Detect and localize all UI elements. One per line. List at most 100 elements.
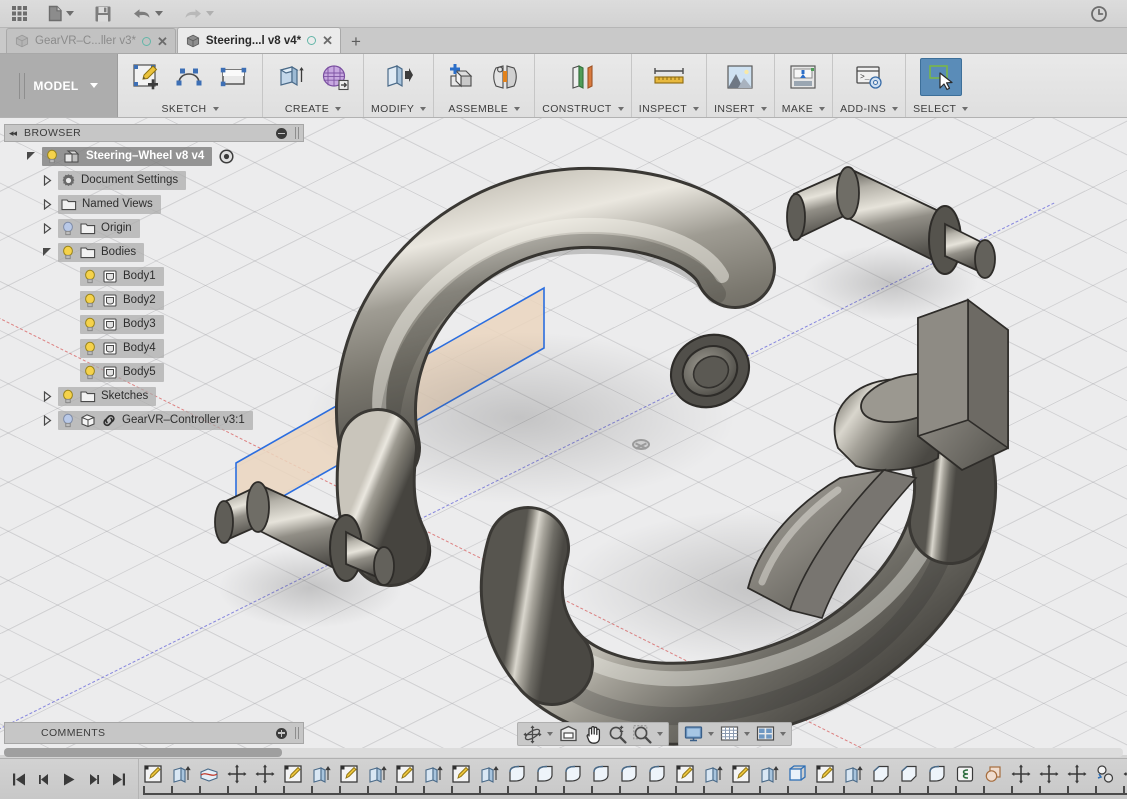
- drag-grip-icon[interactable]: [295, 127, 299, 139]
- timeline-feature-extrude[interactable]: [419, 761, 447, 787]
- timeline-feature-sketch[interactable]: [139, 761, 167, 787]
- timeline-feature-extrude[interactable]: [307, 761, 335, 787]
- collapse-left-icon[interactable]: ◂◂: [9, 128, 17, 139]
- timeline-jump-end-button[interactable]: [108, 767, 130, 791]
- timeline-feature-sketch[interactable]: [335, 761, 363, 787]
- tree-item-body4[interactable]: Body4: [4, 336, 304, 360]
- timeline-feature-chamfer[interactable]: [895, 761, 923, 787]
- timeline-feature-thread[interactable]: [951, 761, 979, 787]
- create-sketch-button[interactable]: [125, 58, 167, 96]
- add-comment-icon[interactable]: [276, 727, 287, 739]
- lightbulb-on-icon[interactable]: [45, 149, 59, 164]
- job-status-button[interactable]: [1085, 1, 1113, 27]
- timeline-feature-fillet[interactable]: [615, 761, 643, 787]
- drag-grip-icon[interactable]: [295, 727, 299, 739]
- workspace-selector[interactable]: MODEL: [0, 54, 118, 117]
- 3d-print-button[interactable]: [782, 58, 824, 96]
- expander-expanded-icon[interactable]: [24, 151, 38, 161]
- expander-collapsed-icon[interactable]: [40, 390, 54, 402]
- display-settings-button[interactable]: [681, 724, 717, 744]
- select-button[interactable]: [919, 58, 962, 96]
- minimize-icon[interactable]: [276, 127, 287, 139]
- timeline-jump-start-button[interactable]: [8, 767, 30, 791]
- expander-collapsed-icon[interactable]: [40, 414, 54, 426]
- timeline-feature-fillet[interactable]: [531, 761, 559, 787]
- scrollbar-thumb[interactable]: [4, 748, 282, 757]
- tree-item-sketches[interactable]: Sketches: [4, 384, 304, 408]
- timeline-feature-fillet[interactable]: [587, 761, 615, 787]
- tree-item-gearvr-controller[interactable]: GearVR–Controller v3:1: [4, 408, 304, 432]
- rectangle-button[interactable]: [213, 58, 255, 96]
- lightbulb-on-icon[interactable]: [83, 293, 97, 308]
- timeline-feature-fillet[interactable]: [559, 761, 587, 787]
- tree-item-bodies[interactable]: Bodies: [4, 240, 304, 264]
- timeline-feature-extrude[interactable]: [755, 761, 783, 787]
- offset-plane-button[interactable]: [562, 58, 604, 96]
- timeline-track[interactable]: [138, 758, 1127, 799]
- save-button[interactable]: [89, 1, 117, 27]
- orbit-button[interactable]: [520, 724, 556, 744]
- document-tab-steering-wheel[interactable]: Steering...l v8 v4* ✕: [176, 27, 342, 53]
- expander-collapsed-icon[interactable]: [40, 198, 54, 210]
- ribbon-group-label[interactable]: MAKE: [782, 103, 826, 117]
- lightbulb-on-icon[interactable]: [61, 245, 75, 260]
- timeline-step-fwd-button[interactable]: [83, 767, 105, 791]
- ribbon-group-label[interactable]: INSERT: [714, 103, 767, 117]
- tree-item-origin[interactable]: Origin: [4, 216, 304, 240]
- timeline-feature-extrude[interactable]: [167, 761, 195, 787]
- undo-button[interactable]: [127, 1, 168, 27]
- redo-button[interactable]: [178, 1, 219, 27]
- timeline-step-back-button[interactable]: [33, 767, 55, 791]
- lightbulb-off-icon[interactable]: [61, 413, 75, 428]
- timeline-feature-sketch[interactable]: [447, 761, 475, 787]
- file-menu-button[interactable]: [43, 1, 79, 27]
- close-icon[interactable]: ✕: [322, 34, 333, 47]
- scripts-addins-button[interactable]: >_: [848, 58, 890, 96]
- close-icon[interactable]: ✕: [157, 35, 168, 48]
- timeline-feature-sketch[interactable]: [671, 761, 699, 787]
- timeline-feature-fillet[interactable]: [503, 761, 531, 787]
- expander-collapsed-icon[interactable]: [40, 174, 54, 186]
- timeline-feature-extrude[interactable]: [363, 761, 391, 787]
- ribbon-group-label[interactable]: INSPECT: [639, 103, 700, 117]
- timeline-feature-extrude[interactable]: [475, 761, 503, 787]
- timeline-feature-move[interactable]: [1007, 761, 1035, 787]
- timeline-feature-shell[interactable]: [783, 761, 811, 787]
- timeline-feature-move[interactable]: [223, 761, 251, 787]
- ribbon-group-label[interactable]: MODIFY: [371, 103, 427, 117]
- lightbulb-on-icon[interactable]: [83, 341, 97, 356]
- timeline-feature-extrude[interactable]: [699, 761, 727, 787]
- tree-item-document-settings[interactable]: Document Settings: [4, 168, 304, 192]
- tree-item-steering-wheel[interactable]: Steering–Wheel v8 v4: [4, 144, 304, 168]
- document-tab-gearvr[interactable]: GearVR–C...ller v3* ✕: [6, 28, 176, 53]
- lightbulb-on-icon[interactable]: [61, 389, 75, 404]
- ribbon-group-label[interactable]: CREATE: [285, 103, 342, 117]
- timeline-feature-joint[interactable]: [1091, 761, 1119, 787]
- insert-image-button[interactable]: [719, 58, 761, 96]
- ribbon-group-label[interactable]: CONSTRUCT: [542, 103, 624, 117]
- ribbon-group-label[interactable]: SELECT: [913, 103, 969, 117]
- tree-item-body1[interactable]: Body1: [4, 264, 304, 288]
- joint-button[interactable]: [485, 58, 527, 96]
- timeline-feature-extrude[interactable]: [839, 761, 867, 787]
- timeline-scrollbar[interactable]: [4, 748, 1123, 757]
- target-icon[interactable]: [219, 148, 234, 164]
- grid-snaps-button[interactable]: [717, 724, 753, 744]
- tree-item-named-views[interactable]: Named Views: [4, 192, 304, 216]
- fit-button[interactable]: [630, 724, 666, 744]
- create-form-button[interactable]: [314, 58, 356, 96]
- lightbulb-off-icon[interactable]: [61, 221, 75, 236]
- comments-panel[interactable]: COMMENTS: [4, 722, 304, 744]
- zoom-button[interactable]: [605, 724, 630, 744]
- pan-button[interactable]: [581, 724, 605, 744]
- timeline-feature-move[interactable]: [1063, 761, 1091, 787]
- look-at-button[interactable]: [556, 724, 581, 744]
- ribbon-group-label[interactable]: ADD-INS: [840, 103, 899, 117]
- measure-button[interactable]: [648, 58, 690, 96]
- ribbon-group-label[interactable]: SKETCH: [162, 103, 219, 117]
- viewports-button[interactable]: [753, 724, 789, 744]
- new-component-button[interactable]: [441, 58, 483, 96]
- timeline-feature-sweep[interactable]: [195, 761, 223, 787]
- lightbulb-on-icon[interactable]: [83, 269, 97, 284]
- new-tab-button[interactable]: +: [342, 31, 370, 53]
